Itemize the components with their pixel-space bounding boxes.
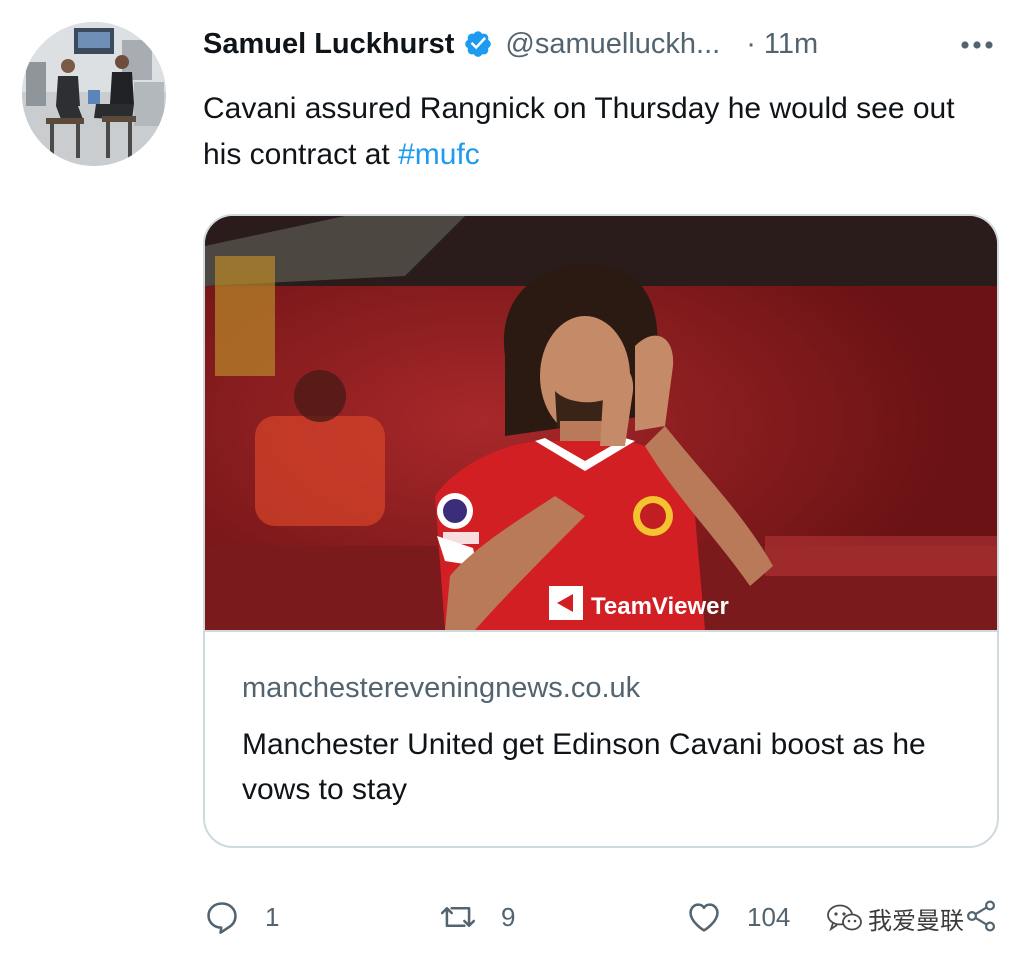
author-display-name[interactable]: Samuel Luckhurst [203, 28, 454, 61]
avatar[interactable] [22, 22, 166, 166]
tweet-text: Cavani assured Rangnick on Thursday he w… [203, 86, 993, 178]
watermark: 我爱曼联 [826, 896, 964, 940]
shirt-sponsor-text: TeamViewer [591, 593, 729, 620]
separator-dot: · [746, 27, 756, 60]
heart-icon [689, 903, 719, 932]
wechat-logo-icon [827, 904, 862, 932]
retweet-count: 9 [501, 901, 516, 932]
card-title: Manchester United get Edinson Cavani boo… [242, 728, 926, 806]
more-dots-icon [961, 41, 993, 49]
like-count: 104 [747, 901, 791, 932]
share-button[interactable] [963, 898, 999, 939]
reply-count: 1 [265, 901, 280, 932]
tweet-body: Cavani assured Rangnick on Thursday he w… [203, 92, 955, 171]
reply-icon [207, 902, 237, 934]
card-photo: TeamViewer [205, 216, 997, 630]
card-image[interactable]: TeamViewer [205, 216, 997, 630]
like-button[interactable]: 104 [685, 892, 790, 942]
hashtag-link[interactable]: #mufc [398, 138, 480, 171]
author-handle[interactable]: @samuelluckh... [505, 28, 720, 61]
reply-button[interactable]: 1 [203, 892, 279, 942]
timestamp[interactable]: 11m [764, 28, 818, 61]
retweet-icon [440, 907, 476, 927]
card-domain: manchestereveningnews.co.uk [242, 672, 641, 704]
tweet[interactable]: Samuel Luckhurst @samuelluckh... · 11m C… [0, 0, 1015, 962]
retweet-button[interactable]: 9 [439, 892, 515, 942]
more-options-button[interactable] [957, 30, 997, 60]
avatar-image [22, 22, 166, 166]
card-divider [205, 630, 997, 632]
watermark-text: 我爱曼联 [868, 906, 964, 935]
link-card[interactable]: TeamViewer manchestereveningnews.co.uk M… [203, 214, 999, 848]
verified-badge-icon [465, 31, 492, 57]
share-icon [966, 900, 996, 932]
tweet-header: Samuel Luckhurst @samuelluckh... · 11m [203, 24, 997, 64]
